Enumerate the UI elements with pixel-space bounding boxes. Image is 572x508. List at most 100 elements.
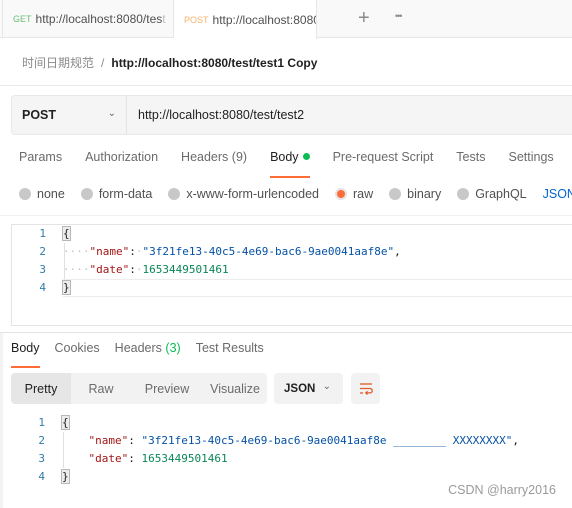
- radio-form-data[interactable]: form-data: [80, 187, 153, 201]
- open-brace: {: [61, 415, 70, 430]
- view-raw-button[interactable]: Raw: [71, 373, 131, 404]
- code-line: 1 {: [12, 225, 572, 243]
- add-tab-icon[interactable]: +: [358, 8, 370, 28]
- url-input[interactable]: http://localhost:8080/test/test2: [127, 96, 572, 134]
- view-mode-segmented: Pretty Raw Preview Visualize: [11, 373, 267, 404]
- method-label: POST: [22, 108, 57, 122]
- response-tab-test-results[interactable]: Test Results: [196, 341, 264, 367]
- json-key: "name": [88, 434, 129, 447]
- view-preview-button[interactable]: Preview: [131, 373, 203, 404]
- radio-label: binary: [407, 187, 442, 201]
- open-brace: {: [62, 226, 71, 241]
- tab-label: Body: [11, 341, 40, 355]
- format-label: JSON: [284, 382, 316, 395]
- wrap-lines-icon: [359, 382, 373, 395]
- view-pretty-button[interactable]: Pretty: [11, 373, 71, 404]
- radio-label: none: [37, 187, 65, 201]
- request-tabs: Params Authorization Headers (9) Body Pr…: [19, 150, 572, 178]
- tab-authorization[interactable]: Authorization: [85, 150, 158, 176]
- tab-headers[interactable]: Headers (9): [181, 150, 247, 176]
- json-string-value: "3f21fe13-40c5-4e69-bac6-9ae0041aaf8e __…: [141, 434, 513, 447]
- close-brace: }: [61, 469, 70, 484]
- json-string-value: "3f21fe13-40c5-4e69-bac6-9ae0041aaf8e": [142, 245, 395, 258]
- radio-label: x-www-form-urlencoded: [186, 187, 319, 201]
- line-number: 4: [38, 470, 45, 483]
- tab-label: Test Results: [195, 341, 264, 355]
- radio-icon: [19, 188, 31, 200]
- line-number: 1: [39, 227, 46, 240]
- radio-icon: [80, 188, 93, 200]
- tab-url: http://localhost:8080/: [212, 12, 317, 27]
- radio-label: raw: [353, 187, 374, 201]
- status-dot-icon: [302, 153, 310, 160]
- radio-raw[interactable]: raw: [335, 187, 373, 201]
- response-tab-body[interactable]: Body: [11, 341, 40, 368]
- wrap-lines-button[interactable]: [351, 373, 380, 404]
- tab-label: Settings: [508, 150, 554, 164]
- json-number-value: 1653449501461: [141, 452, 228, 465]
- response-tab-cookies[interactable]: Cookies: [55, 341, 100, 367]
- tab-settings[interactable]: Settings: [508, 150, 553, 176]
- radio-graphql[interactable]: GraphQL: [457, 187, 527, 201]
- code-line: 4 }: [12, 279, 572, 297]
- breadcrumb: 时间日期规范 / http://localhost:8080/test/test…: [22, 54, 317, 71]
- breadcrumb-separator: /: [101, 55, 105, 70]
- line-number: 1: [38, 416, 45, 429]
- tab-label: Tests: [456, 150, 486, 164]
- headers-count: (9): [231, 150, 248, 164]
- json-key: "name": [89, 245, 130, 258]
- body-format-dropdown[interactable]: JSON: [543, 187, 572, 201]
- watermark: CSDN @harry2016: [448, 483, 556, 497]
- tab-label: Body: [270, 150, 299, 164]
- request-name[interactable]: http://localhost:8080/test/test1 Copy: [111, 56, 317, 70]
- tab-label: Cookies: [54, 341, 100, 355]
- divider: [0, 215, 572, 216]
- tab-url: http://localhost:8080/tes: [35, 12, 163, 26]
- response-tabs: Body Cookies Headers (3) Test Results: [11, 341, 279, 368]
- method-select[interactable]: POST ⌄: [12, 96, 127, 134]
- scroll-edge: [0, 333, 3, 508]
- divider: [0, 85, 572, 86]
- radio-label: form-data: [98, 187, 153, 201]
- response-format-select[interactable]: JSON ⌄: [274, 373, 343, 404]
- pane-resize-handle[interactable]: [0, 332, 572, 333]
- json-key: "date": [88, 452, 129, 465]
- line-number: 4: [39, 281, 46, 294]
- code-line: 1 {: [11, 414, 571, 432]
- chevron-down-icon: ⌄: [322, 381, 331, 392]
- radio-none[interactable]: none: [19, 187, 65, 201]
- radio-icon: [389, 188, 402, 200]
- radio-x-www-form-urlencoded[interactable]: x-www-form-urlencoded: [168, 187, 319, 201]
- tab-body[interactable]: Body: [270, 150, 310, 178]
- tab-method: GET: [13, 14, 32, 24]
- code-line: 2 "name": "3f21fe13-40c5-4e69-bac6-9ae00…: [11, 432, 571, 450]
- request-body-editor[interactable]: 1 { 2 ····"name":·"3f21fe13-40c5-4e69-ba…: [11, 224, 572, 326]
- tab-method: POST: [184, 14, 209, 25]
- radio-icon: [457, 188, 470, 200]
- tab-pre-request-script[interactable]: Pre-request Script: [333, 150, 434, 176]
- line-number: 2: [38, 434, 45, 447]
- breadcrumb-collection[interactable]: 时间日期规范: [22, 54, 94, 71]
- tab-bar: GET http://localhost:8080/tes t POST http…: [0, 0, 572, 39]
- radio-icon: [168, 188, 181, 200]
- request-tab-get[interactable]: GET http://localhost:8080/tes t: [2, 0, 174, 38]
- response-tab-headers[interactable]: Headers (3): [115, 341, 181, 367]
- chevron-down-icon: ⌄: [107, 108, 116, 119]
- tab-params[interactable]: Params: [19, 150, 62, 176]
- request-tab-post[interactable]: POST http://localhost:8080/: [174, 0, 317, 39]
- radio-binary[interactable]: binary: [389, 187, 441, 201]
- headers-count: (3): [165, 341, 181, 355]
- code-line: 2 ····"name":·"3f21fe13-40c5-4e69-bac6-9…: [12, 243, 572, 261]
- body-type-options: none form-data x-www-form-urlencoded raw…: [19, 187, 572, 201]
- line-number: 3: [38, 452, 45, 465]
- tab-tests[interactable]: Tests: [456, 150, 485, 176]
- code-line: 3 ····"date":·1653449501461: [12, 261, 572, 279]
- line-number: 3: [39, 263, 46, 276]
- radio-label: GraphQL: [475, 187, 527, 201]
- tab-label: Headers: [114, 341, 162, 355]
- view-visualize-button[interactable]: Visualize: [203, 373, 267, 404]
- more-icon[interactable]: •••: [395, 11, 403, 21]
- tab-label: Pre-request Script: [332, 150, 434, 164]
- close-brace: }: [62, 280, 71, 295]
- json-number-value: 1653449501461: [142, 263, 229, 276]
